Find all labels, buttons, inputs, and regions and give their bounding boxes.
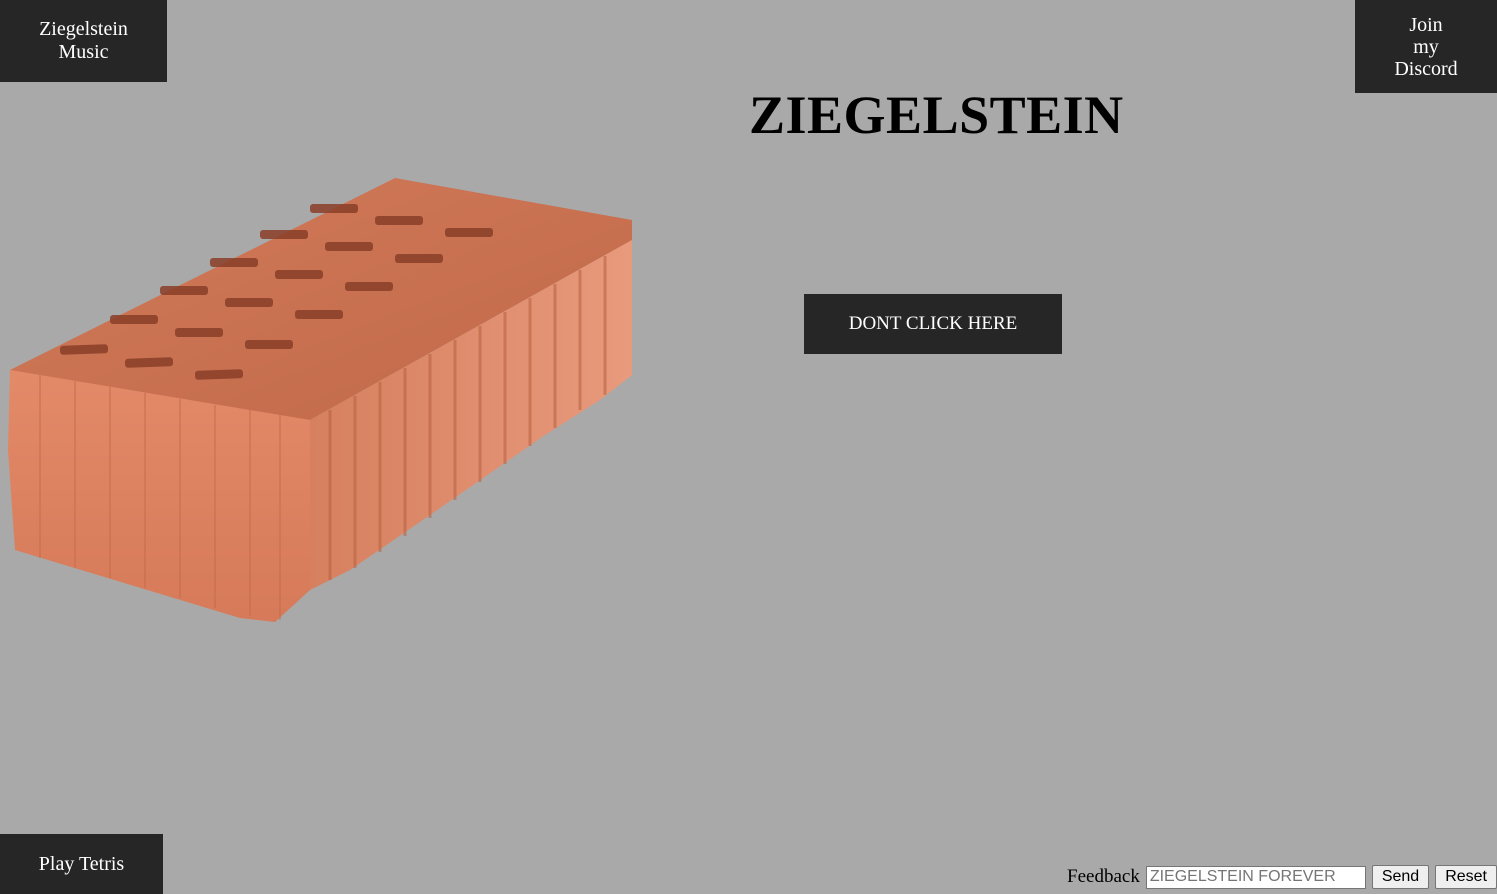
feedback-input[interactable] bbox=[1145, 865, 1366, 889]
discord-link-label: Join my Discord bbox=[1394, 13, 1458, 80]
discord-link[interactable]: Join my Discord bbox=[1355, 0, 1497, 93]
page-title: ZIEGELSTEIN bbox=[749, 85, 1124, 145]
feedback-form: Feedback Send Reset bbox=[1067, 865, 1497, 889]
tetris-link-label: Play Tetris bbox=[38, 852, 125, 875]
feedback-label: Feedback bbox=[1067, 866, 1140, 887]
send-button[interactable]: Send bbox=[1371, 865, 1430, 889]
page: Ziegelstein Music Join my Discord ZIEGEL… bbox=[0, 0, 1497, 894]
music-link-label: Ziegelstein Music bbox=[39, 18, 128, 63]
music-link[interactable]: Ziegelstein Music bbox=[0, 0, 167, 82]
tetris-link[interactable]: Play Tetris bbox=[0, 834, 163, 894]
brick-image bbox=[8, 178, 632, 622]
reset-button[interactable]: Reset bbox=[1435, 865, 1497, 889]
dont-click-button[interactable]: DONT CLICK HERE bbox=[804, 294, 1062, 354]
